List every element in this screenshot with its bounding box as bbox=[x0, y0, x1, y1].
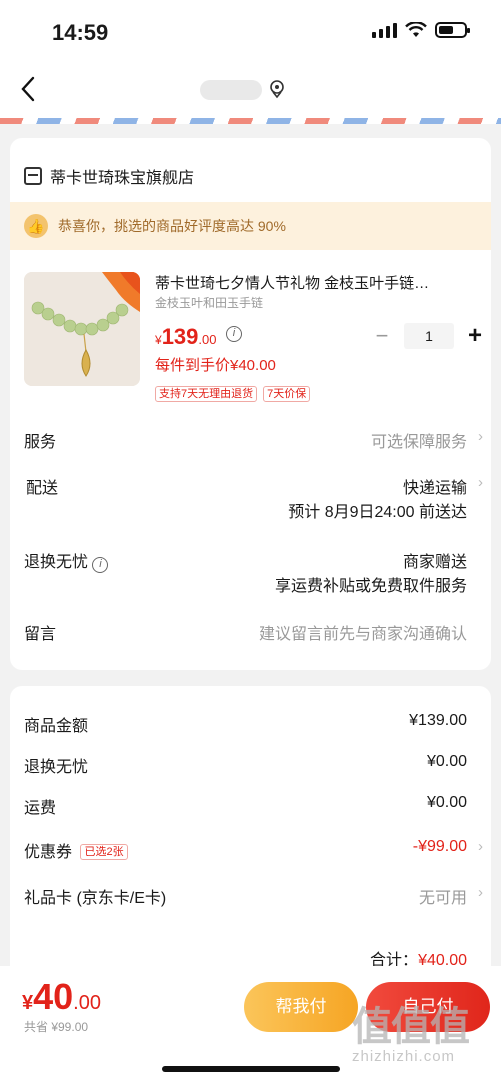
watermark: 值值值 zhizhizhi.com bbox=[352, 994, 492, 1065]
home-indicator bbox=[162, 1066, 340, 1072]
pay-decimal: .00 bbox=[73, 992, 101, 1014]
price-integer: 139 bbox=[161, 324, 199, 349]
status-icons bbox=[372, 22, 470, 38]
price-info-icon[interactable]: i bbox=[226, 326, 242, 342]
delivery-label: 配送 bbox=[26, 480, 59, 497]
chevron-right-icon: › bbox=[478, 884, 483, 901]
unit-price: 每件到手价¥40.00 bbox=[155, 357, 276, 374]
order-card: 蒂卡世琦珠宝旗舰店 👍 恭喜你，挑选的商品好评度高达 90% 蒂卡世琦七夕情人节… bbox=[10, 138, 491, 670]
bracelet-image bbox=[24, 272, 140, 386]
chevron-right-icon: › bbox=[478, 428, 483, 445]
friend-pay-button[interactable]: 帮我付 bbox=[244, 982, 358, 1032]
nav-bar bbox=[0, 64, 501, 118]
note-label: 留言 bbox=[24, 626, 57, 643]
delivery-row[interactable]: 配送 快递运输 › 预计 8月9日24:00 前送达 bbox=[24, 474, 483, 521]
location-pin-icon[interactable] bbox=[266, 78, 288, 100]
product-price: ¥ 139 .00 bbox=[155, 324, 216, 350]
note-input[interactable]: 建议留言前先与商家沟通确认 bbox=[259, 620, 467, 644]
checkout-bar: ¥ 40 .00 共省 ¥99.00 帮我付 自己付 值值值 zhizhizhi… bbox=[0, 966, 501, 1083]
shop-row[interactable]: 蒂卡世琦珠宝旗舰店 bbox=[24, 164, 194, 188]
returns-row[interactable]: 退换无忧 i 商家赠送 享运费补贴或免费取件服务 bbox=[24, 548, 467, 595]
product-title[interactable]: 蒂卡世琦七夕情人节礼物 金枝玉叶手链… bbox=[155, 272, 475, 293]
delivery-value: 快递运输 bbox=[402, 480, 467, 497]
pay-integer: 40 bbox=[33, 976, 74, 1017]
tag-return: 支持7天无理由退货 bbox=[155, 386, 258, 402]
goods-amount-label: 商品金额 bbox=[24, 718, 89, 735]
tag-price-protect: 7天价保 bbox=[263, 386, 311, 402]
thumbs-up-icon: 👍 bbox=[24, 214, 48, 238]
airmail-stripe bbox=[0, 118, 501, 124]
chevron-right-icon: › bbox=[478, 838, 483, 855]
address-blurred[interactable] bbox=[200, 80, 262, 100]
chevron-right-icon: › bbox=[478, 474, 483, 491]
status-time: 14:59 bbox=[52, 20, 109, 45]
price-symbol: ¥ bbox=[155, 333, 162, 347]
signal-icon bbox=[372, 22, 397, 38]
goods-amount-value: ¥139.00 bbox=[409, 712, 467, 729]
savings-text: 共省 ¥99.00 bbox=[24, 1020, 89, 1034]
pay-total: ¥ 40 .00 bbox=[22, 976, 101, 1018]
info-icon[interactable]: i bbox=[92, 557, 109, 573]
returns-label-text: 退换无忧 bbox=[24, 554, 89, 571]
delivery-eta: 预计 8月9日24:00 前送达 bbox=[288, 504, 467, 521]
price-decimal: .00 bbox=[198, 332, 217, 347]
shop-name: 蒂卡世琦珠宝旗舰店 bbox=[50, 170, 195, 187]
product-sku[interactable]: 金枝玉叶和田玉手链 bbox=[155, 294, 263, 311]
returns-fee-label: 退换无忧 bbox=[24, 759, 89, 776]
watermark-sub: zhizhizhi.com bbox=[352, 1048, 456, 1065]
chevron-left-icon bbox=[21, 76, 35, 102]
giftcard-value: 无可用 bbox=[418, 890, 467, 907]
status-bar: 14:59 bbox=[0, 0, 501, 64]
service-value: 可选保障服务 bbox=[370, 434, 467, 451]
coupon-value: -¥99.00 bbox=[412, 838, 467, 855]
coupon-badge: 已选2张 bbox=[80, 844, 128, 860]
quantity-stepper: − 1 + bbox=[374, 322, 482, 350]
returns-value: 商家赠送 bbox=[402, 554, 467, 571]
back-button[interactable] bbox=[18, 74, 48, 104]
watermark-main: 值值值 bbox=[352, 1005, 470, 1049]
coupon-label: 优惠券 已选2张 bbox=[24, 838, 128, 862]
coupon-label-text: 优惠券 bbox=[24, 844, 73, 861]
decrease-button[interactable]: − bbox=[374, 323, 390, 349]
giftcard-label: 礼品卡 (京东卡/E卡) bbox=[24, 890, 167, 907]
service-label: 服务 bbox=[24, 434, 57, 451]
shipping-value: ¥0.00 bbox=[426, 794, 467, 811]
shipping-label: 运费 bbox=[24, 800, 57, 817]
shop-icon bbox=[24, 167, 42, 185]
returns-label: 退换无忧 i bbox=[24, 548, 109, 573]
wifi-icon bbox=[405, 22, 427, 37]
rating-banner: 👍 恭喜你，挑选的商品好评度高达 90% bbox=[10, 202, 491, 250]
returns-sub: 享运费补贴或免费取件服务 bbox=[274, 578, 467, 595]
returns-fee-value: ¥0.00 bbox=[426, 753, 467, 770]
banner-text: 恭喜你，挑选的商品好评度高达 90% bbox=[58, 218, 286, 234]
increase-button[interactable]: + bbox=[468, 322, 482, 350]
summary-card: 商品金额 ¥139.00 退换无忧 ¥0.00 运费 ¥0.00 优惠券 已选2… bbox=[10, 686, 491, 986]
pay-symbol: ¥ bbox=[22, 992, 34, 1014]
product-tags: 支持7天无理由退货 7天价保 bbox=[155, 386, 311, 402]
battery-icon bbox=[435, 22, 470, 38]
quantity-value[interactable]: 1 bbox=[404, 323, 454, 349]
product-image[interactable] bbox=[24, 272, 140, 386]
